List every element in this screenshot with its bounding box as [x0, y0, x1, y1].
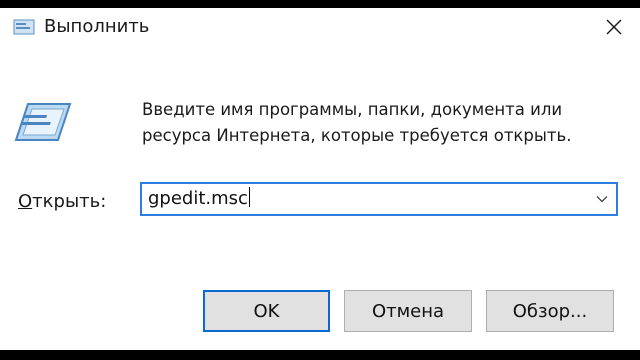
open-input-value: gpedit.msc [148, 188, 248, 209]
text-caret [248, 187, 250, 207]
description-text: Введите имя программы, папки, документа … [142, 100, 572, 145]
open-input[interactable]: gpedit.msc [148, 184, 250, 214]
open-label-rest: ткрыть: [32, 191, 107, 212]
dropdown-button[interactable] [594, 191, 610, 207]
run-dialog: Выполнить Введите имя программы, папки, … [0, 8, 640, 350]
window-title: Выполнить [44, 16, 150, 37]
close-icon [606, 19, 622, 35]
chevron-down-icon [596, 196, 608, 203]
close-button[interactable] [594, 8, 634, 46]
open-label-accelerator: О [18, 191, 33, 212]
run-program-icon [14, 100, 72, 144]
open-combobox[interactable]: gpedit.msc [140, 182, 618, 216]
browse-button[interactable]: Обзор... [486, 290, 614, 332]
cancel-button[interactable]: Отмена [344, 290, 472, 332]
run-icon [12, 18, 36, 38]
title-bar: Выполнить [0, 8, 640, 46]
ok-button[interactable]: OK [203, 290, 330, 332]
open-label: Открыть: [18, 191, 106, 212]
